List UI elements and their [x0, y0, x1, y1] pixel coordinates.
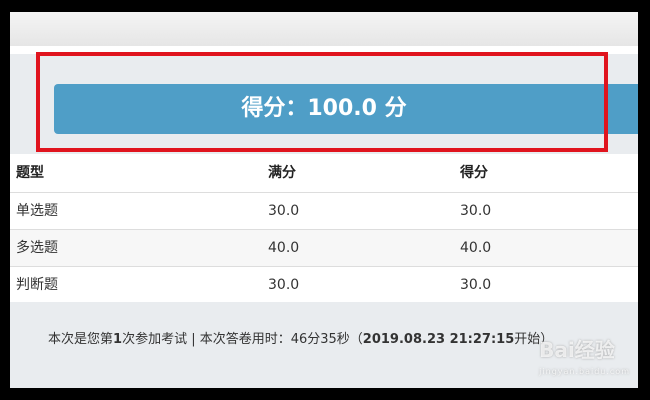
- table-row: 判断题 30.0 30.0: [10, 266, 638, 303]
- header-question-type: 题型: [16, 165, 44, 181]
- header-score: 得分: [460, 165, 488, 181]
- header-full-score: 满分: [268, 165, 296, 181]
- question-type-cell: 单选题: [16, 203, 58, 219]
- watermark-sub: jingyan.baidu.com: [539, 367, 630, 376]
- score-cell: 30.0: [460, 277, 492, 293]
- baidu-jingyan-watermark: Bai经验 jingyan.baidu.com: [539, 340, 630, 382]
- score-table: 题型 满分 得分 单选题 30.0 30.0 多选题 40.0 40.0 判断题…: [10, 154, 638, 303]
- footer: 本次是您第1次参加考试 | 本次答卷用时：46分35秒（2019.08.23 2…: [10, 302, 638, 388]
- summary-middle: 次参加考试 | 本次答卷用时：46分35秒（: [122, 332, 363, 347]
- table-header-row: 题型 满分 得分: [10, 154, 638, 192]
- full-score-cell: 30.0: [268, 277, 300, 293]
- table-row: 多选题 40.0 40.0: [10, 229, 638, 266]
- full-score-cell: 30.0: [268, 203, 300, 219]
- highlight-annotation-box: [36, 52, 608, 152]
- start-time: 2019.08.23 21:27:15: [362, 332, 515, 347]
- watermark-text: Bai经验: [539, 338, 615, 362]
- table-row: 单选题 30.0 30.0: [10, 192, 638, 229]
- full-score-cell: 40.0: [268, 240, 300, 256]
- attempt-count: 1: [113, 332, 123, 347]
- exam-summary-text: 本次是您第1次参加考试 | 本次答卷用时：46分35秒（2019.08.23 2…: [48, 328, 553, 347]
- score-cell: 40.0: [460, 240, 492, 256]
- question-type-cell: 判断题: [16, 277, 58, 293]
- score-cell: 30.0: [460, 203, 492, 219]
- question-type-cell: 多选题: [16, 240, 58, 256]
- exam-result-page: 得分：100.0 分 题型 满分 得分 单选题 30.0 30.0 多选题 40…: [10, 12, 638, 388]
- summary-prefix: 本次是您第: [48, 332, 114, 347]
- top-toolbar: [10, 12, 638, 47]
